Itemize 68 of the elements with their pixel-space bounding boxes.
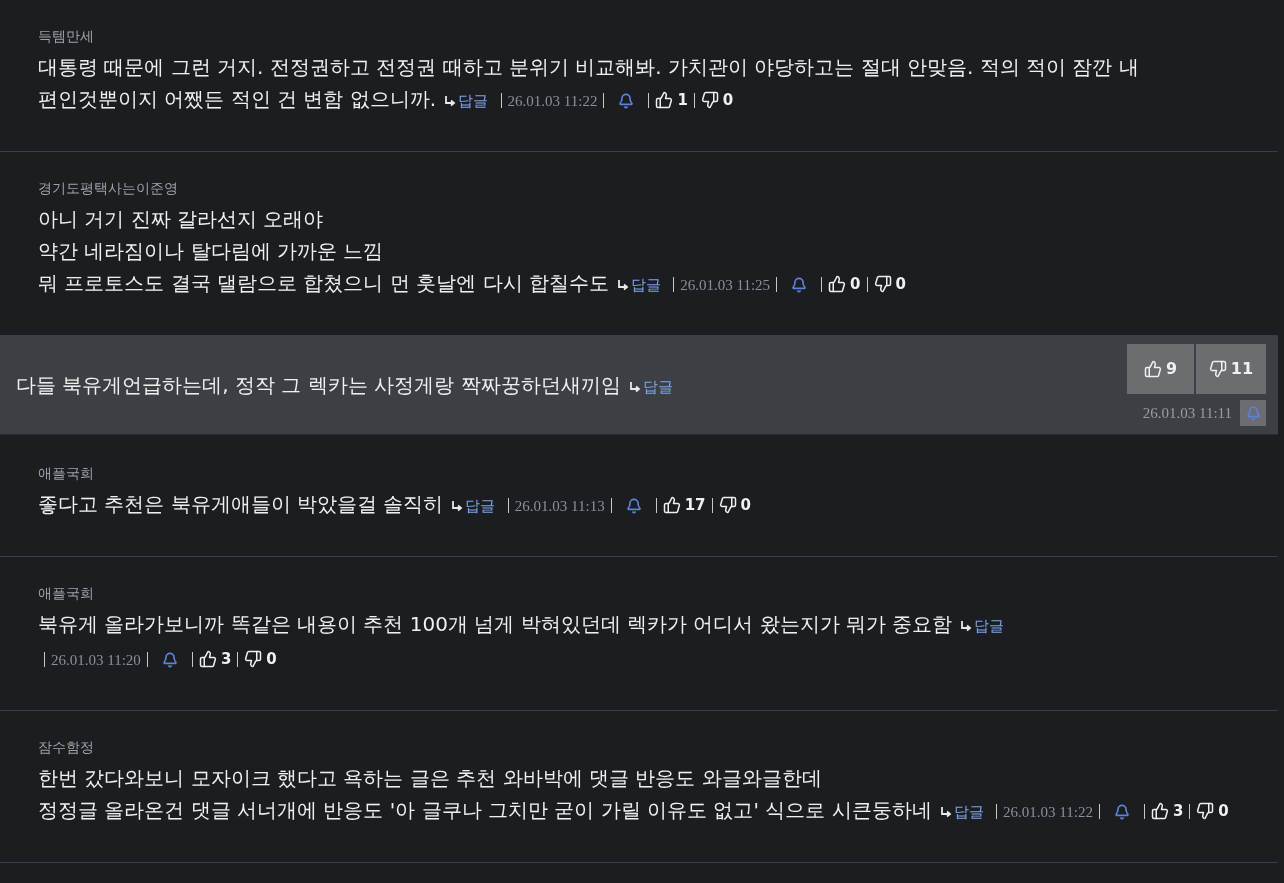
bell-icon: [1113, 804, 1130, 820]
reply-arrow-icon: [451, 501, 464, 512]
dislike-button[interactable]: 0: [873, 268, 906, 300]
like-button[interactable]: 3: [1150, 795, 1184, 827]
bell-icon: [161, 652, 178, 668]
comment-text: 다들 북유게언급하는데, 정작 그 렉카는 사정게랑 짝짜꿍하던새끼임: [16, 373, 621, 397]
comment-date: 26.01.03 11:22: [507, 93, 598, 109]
thumbs-up-icon: [662, 496, 681, 514]
comment-text: 북유게 올라가보니까 똑같은 내용이 추천 100개 넘게 박혀있던데 렉카가 어디서 왔는지가 뭐가 중요함: [38, 612, 953, 636]
reply-link[interactable]: 답글: [444, 92, 489, 110]
dislike-button[interactable]: 0: [718, 489, 751, 521]
thumbs-up-icon: [198, 650, 217, 668]
reply-link[interactable]: 답글: [451, 497, 496, 515]
comment-text: 약간 네라짐이나 탈다림에 가까운 느낌: [38, 239, 384, 263]
comment-author: 애플국희: [38, 584, 95, 603]
dislike-button[interactable]: 0: [244, 643, 277, 675]
thumbs-down-icon: [873, 275, 892, 293]
notify-button[interactable]: [618, 93, 635, 109]
reply-link[interactable]: 답글: [960, 617, 1005, 635]
comment-text: 아니 거기 진짜 갈라선지 오래야: [38, 207, 324, 231]
comment-text: 한번 갔다와보니 모자이크 했다고 욕하는 글은 추천 와바박에 댓글 반응도 와글와글한데: [38, 766, 822, 790]
like-button[interactable]: 17: [662, 489, 706, 521]
comment-date: 26.01.03 11:11: [1142, 403, 1232, 423]
comment-author: 경기도평택사는이준영: [38, 179, 179, 198]
dislike-button[interactable]: 0: [700, 84, 734, 116]
dislike-button[interactable]: 0: [1196, 795, 1229, 827]
thumbs-up-icon: [1143, 360, 1162, 378]
bell-icon: [791, 277, 808, 293]
comment-date: 26.01.03 11:20: [51, 652, 141, 668]
dislike-button[interactable]: 11: [1196, 344, 1266, 394]
comment-date: 26.01.03 11:13: [514, 498, 605, 514]
thumbs-up-icon: [1150, 802, 1169, 820]
comment-text: 편인것뿐이지 어쨌든 적인 건 변함 없으니까.: [38, 87, 437, 111]
thumbs-down-icon: [718, 496, 737, 514]
comment-author: 득템만세: [38, 27, 95, 46]
notify-button[interactable]: [1113, 804, 1130, 820]
notify-button[interactable]: [161, 652, 178, 668]
thumbs-up-icon: [655, 91, 674, 109]
thumbs-down-icon: [700, 91, 719, 109]
reply-link[interactable]: 답글: [616, 276, 661, 294]
reply-arrow-icon: [960, 621, 973, 632]
like-button[interactable]: 3: [198, 643, 232, 675]
comment-author: 잠수함정: [38, 738, 95, 757]
like-button[interactable]: 9: [1127, 344, 1194, 394]
notify-button[interactable]: [791, 277, 808, 293]
comment-date: 26.01.03 11:25: [680, 277, 771, 293]
thumbs-down-icon: [244, 650, 263, 668]
like-button[interactable]: 0: [828, 268, 861, 300]
comment-text: 좋다고 추천은 북유게애들이 박았을걸 솔직히: [38, 492, 444, 516]
bell-icon: [618, 93, 635, 109]
bell-icon: [625, 498, 642, 514]
reply-arrow-icon: [939, 807, 952, 818]
reply-link[interactable]: 답글: [628, 378, 673, 396]
comment-text: 뭐 프로토스도 결국 댈람으로 합쳤으니 먼 훗날엔 다시 합칠수도: [38, 271, 609, 295]
thumbs-down-icon: [1208, 360, 1227, 378]
comment-text: 정정글 올라온건 댓글 서너개에 반응도 '아 글쿠나 그치만 굳이 가릴 이유도 없고' 식으로 시큰둥하네: [38, 798, 932, 822]
thumbs-down-icon: [1196, 802, 1215, 820]
comment-text: 대통령 때문에 그런 거지. 전정권하고 전정권 때하고 분위기 비교해봐. 가치관이 야당하고는 절대 안맞음. 적의 적이 잠깐 내: [38, 55, 1139, 79]
comment-author: 애플국희: [38, 464, 95, 483]
comment-date: 26.01.03 11:22: [1003, 804, 1093, 820]
notify-button[interactable]: [625, 498, 642, 514]
reply-arrow-icon: [444, 96, 457, 107]
reply-arrow-icon: [628, 382, 641, 393]
thumbs-up-icon: [828, 275, 847, 293]
reply-arrow-icon: [616, 280, 629, 291]
reply-link[interactable]: 답글: [939, 803, 984, 821]
like-button[interactable]: 1: [655, 84, 688, 116]
bell-icon: [1245, 405, 1261, 421]
